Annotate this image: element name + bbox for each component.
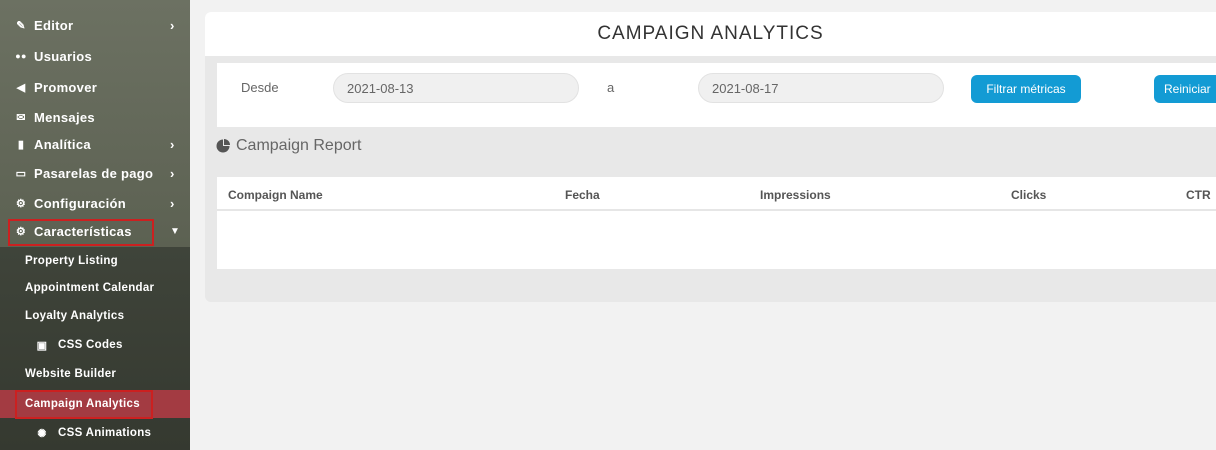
sidebar-item-analitica[interactable]: ▮ Analítica › bbox=[0, 133, 190, 155]
bullhorn-icon: ◀ bbox=[16, 81, 26, 94]
sidebar-item-usuarios[interactable]: ●● Usuarios bbox=[0, 45, 190, 67]
page-title: CAMPAIGN ANALYTICS bbox=[205, 12, 1216, 56]
submenu-item-website-builder[interactable]: Website Builder bbox=[0, 360, 190, 388]
column-header-fecha[interactable]: Fecha bbox=[565, 188, 600, 202]
pie-chart-icon bbox=[216, 139, 230, 153]
column-header-ctr[interactable]: CTR bbox=[1186, 188, 1211, 202]
submenu-item-label: CSS Animations bbox=[58, 427, 152, 439]
submenu-item-label: Loyalty Analytics bbox=[25, 310, 125, 322]
table-header: Compaign Name Fecha Impressions Clicks C… bbox=[217, 177, 1216, 211]
sidebar-item-editor[interactable]: ✎ Editor › bbox=[0, 14, 190, 36]
submenu-item-css-animations[interactable]: ✺ CSS Animations bbox=[0, 419, 190, 447]
sidebar: ✎ Editor › ●● Usuarios ◀ Promover ✉ Mens… bbox=[0, 0, 190, 450]
submenu-item-appointment-calendar[interactable]: Appointment Calendar bbox=[0, 274, 190, 302]
column-header-impressions[interactable]: Impressions bbox=[760, 188, 831, 202]
sidebar-item-label: Mensajes bbox=[34, 109, 95, 125]
pencil-icon: ✎ bbox=[16, 19, 26, 32]
submenu: Property Listing Appointment Calendar Lo… bbox=[0, 247, 190, 450]
chevron-right-icon: › bbox=[170, 17, 175, 33]
submenu-item-label: Appointment Calendar bbox=[25, 282, 155, 294]
submenu-item-label: Website Builder bbox=[25, 368, 117, 380]
report-heading: Campaign Report bbox=[216, 132, 361, 160]
main-card: CAMPAIGN ANALYTICS Desde 2021-08-13 a 20… bbox=[205, 12, 1216, 302]
submenu-item-label: CSS Codes bbox=[58, 339, 123, 351]
sidebar-item-label: Editor bbox=[34, 17, 74, 33]
chevron-right-icon: › bbox=[170, 195, 175, 211]
to-label: a bbox=[607, 80, 615, 95]
chevron-down-icon: ▼ bbox=[170, 225, 181, 237]
users-icon: ●● bbox=[15, 51, 27, 61]
sidebar-item-pasarelas[interactable]: ▭ Pasarelas de pago › bbox=[0, 162, 190, 184]
column-header-campaign-name[interactable]: Compaign Name bbox=[228, 188, 323, 202]
sidebar-item-promover[interactable]: ◀ Promover bbox=[0, 76, 190, 98]
settings-icon: ⚙ bbox=[15, 197, 27, 210]
sidebar-item-label: Usuarios bbox=[34, 48, 93, 64]
sidebar-item-mensajes[interactable]: ✉ Mensajes bbox=[0, 106, 190, 128]
chevron-right-icon: › bbox=[170, 136, 175, 152]
code-file-icon: ▣ bbox=[36, 339, 48, 352]
submenu-item-loyalty-analytics[interactable]: Loyalty Analytics bbox=[0, 302, 190, 330]
highlight-box bbox=[15, 390, 153, 419]
sidebar-item-label: Analítica bbox=[34, 136, 91, 152]
from-date-input[interactable]: 2021-08-13 bbox=[333, 73, 579, 103]
highlight-box bbox=[8, 219, 154, 246]
to-date-input[interactable]: 2021-08-17 bbox=[698, 73, 944, 103]
submenu-item-property-listing[interactable]: Property Listing bbox=[0, 247, 190, 275]
envelope-icon: ✉ bbox=[16, 111, 26, 124]
reset-button[interactable]: Reiniciar bbox=[1154, 75, 1216, 103]
bar-chart-icon: ▮ bbox=[17, 138, 25, 151]
spinner-icon: ✺ bbox=[37, 427, 47, 440]
from-label: Desde bbox=[241, 80, 279, 95]
chevron-right-icon: › bbox=[170, 165, 175, 181]
column-header-clicks[interactable]: Clicks bbox=[1011, 188, 1046, 202]
submenu-item-css-codes[interactable]: ▣ CSS Codes bbox=[0, 331, 190, 359]
filter-bar: Desde 2021-08-13 a 2021-08-17 Filtrar mé… bbox=[217, 63, 1216, 127]
submenu-item-label: Property Listing bbox=[25, 255, 118, 267]
report-table: Compaign Name Fecha Impressions Clicks C… bbox=[217, 177, 1216, 269]
report-title: Campaign Report bbox=[236, 137, 362, 154]
filter-metrics-button[interactable]: Filtrar métricas bbox=[971, 75, 1081, 103]
sidebar-item-label: Promover bbox=[34, 79, 98, 95]
credit-card-icon: ▭ bbox=[15, 167, 27, 180]
sidebar-item-label: Pasarelas de pago bbox=[34, 165, 154, 181]
sidebar-item-configuracion[interactable]: ⚙ Configuración › bbox=[0, 192, 190, 214]
sidebar-item-label: Configuración bbox=[34, 195, 127, 211]
